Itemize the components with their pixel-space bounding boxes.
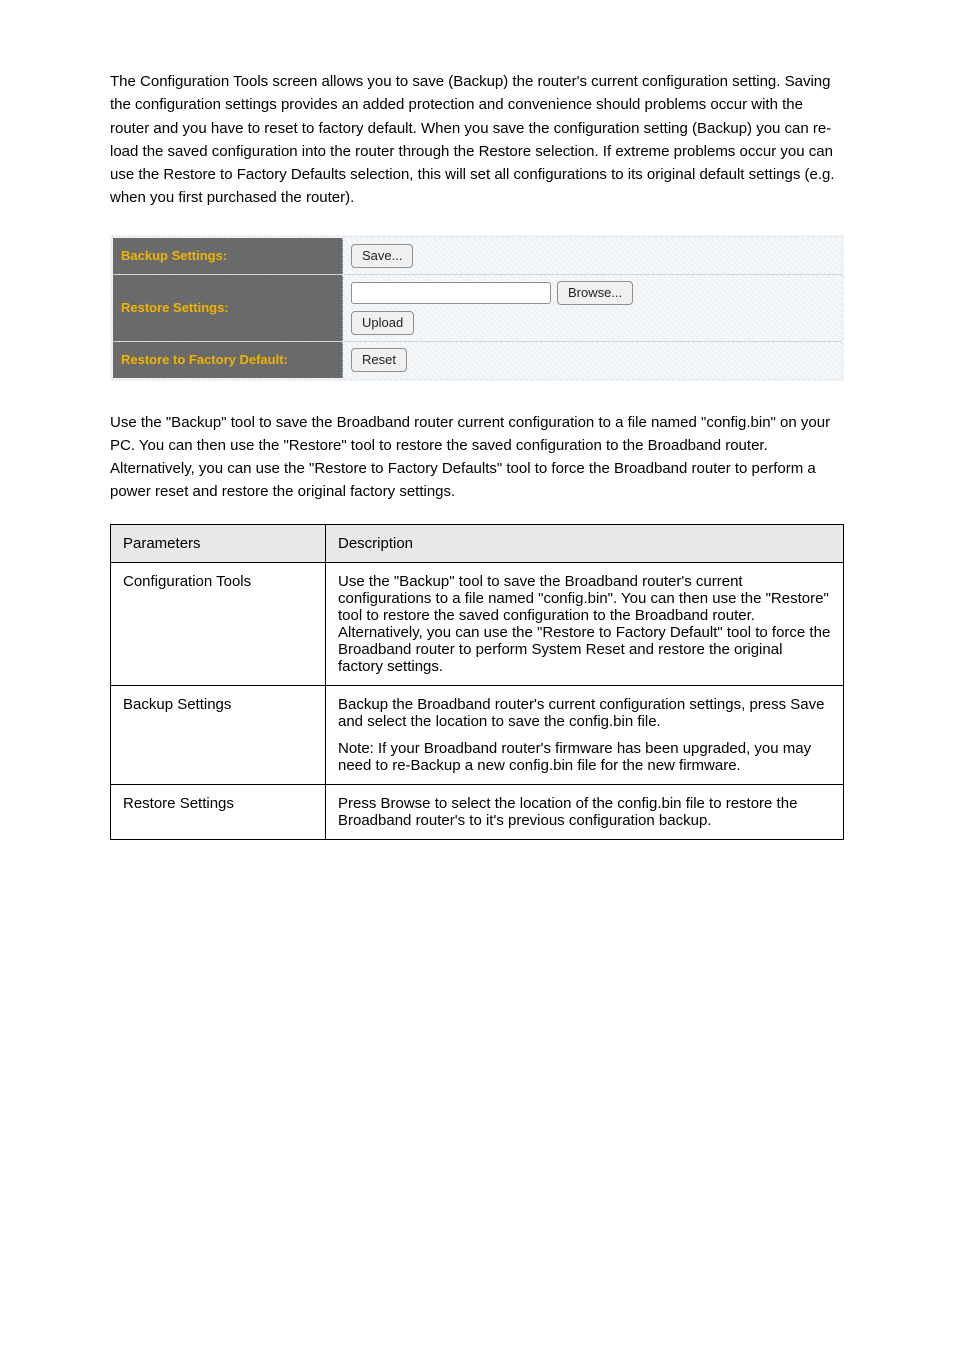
- desc-cell: Backup the Broadband router's current co…: [326, 685, 844, 784]
- intro-paragraph: The Configuration Tools screen allows yo…: [110, 70, 844, 210]
- config-panel-screenshot: Backup Settings: Save... Restore Setting…: [110, 235, 844, 381]
- factory-default-row: Restore to Factory Default: Reset: [113, 341, 841, 378]
- restore-settings-label: Restore Settings:: [113, 275, 343, 341]
- param-cell: Configuration Tools: [111, 562, 326, 685]
- parameters-table: Parameters Description Configuration Too…: [110, 524, 844, 840]
- backup-settings-label: Backup Settings:: [113, 238, 343, 274]
- header-description: Description: [326, 524, 844, 562]
- table-row: Backup Settings Backup the Broadband rou…: [111, 685, 844, 784]
- backup-settings-row: Backup Settings: Save...: [113, 238, 841, 274]
- desc-note: Note: If your Broadband router's firmwar…: [338, 740, 831, 774]
- table-header-row: Parameters Description: [111, 524, 844, 562]
- table-row: Configuration Tools Use the "Backup" too…: [111, 562, 844, 685]
- intro-text: The Configuration Tools screen allows yo…: [110, 70, 844, 210]
- header-parameters: Parameters: [111, 524, 326, 562]
- desc-text: Backup the Broadband router's current co…: [338, 696, 831, 730]
- desc-text: Press Browse to select the location of t…: [338, 795, 831, 829]
- table-row: Restore Settings Press Browse to select …: [111, 784, 844, 839]
- restore-settings-row: Restore Settings: Browse... Upload: [113, 274, 841, 341]
- desc-cell: Use the "Backup" tool to save the Broadb…: [326, 562, 844, 685]
- param-cell: Backup Settings: [111, 685, 326, 784]
- browse-button[interactable]: Browse...: [557, 281, 633, 305]
- save-button[interactable]: Save...: [351, 244, 413, 268]
- reset-button[interactable]: Reset: [351, 348, 407, 372]
- param-cell: Restore Settings: [111, 784, 326, 839]
- post-panel-paragraph: Use the "Backup" tool to save the Broadb…: [110, 411, 844, 504]
- restore-file-input[interactable]: [351, 282, 551, 304]
- desc-text: Use the "Backup" tool to save the Broadb…: [338, 573, 831, 675]
- desc-cell: Press Browse to select the location of t…: [326, 784, 844, 839]
- upload-button[interactable]: Upload: [351, 311, 414, 335]
- factory-default-label: Restore to Factory Default:: [113, 342, 343, 378]
